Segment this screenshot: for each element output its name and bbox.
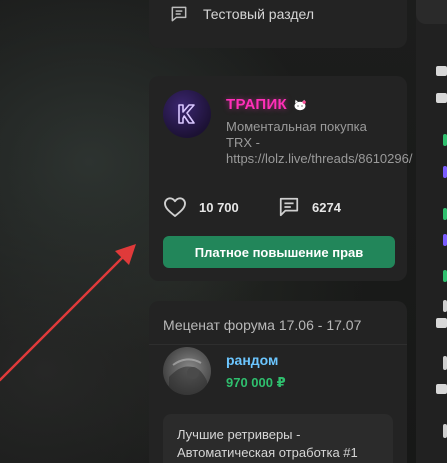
annotation-arrow-icon [0,244,136,382]
